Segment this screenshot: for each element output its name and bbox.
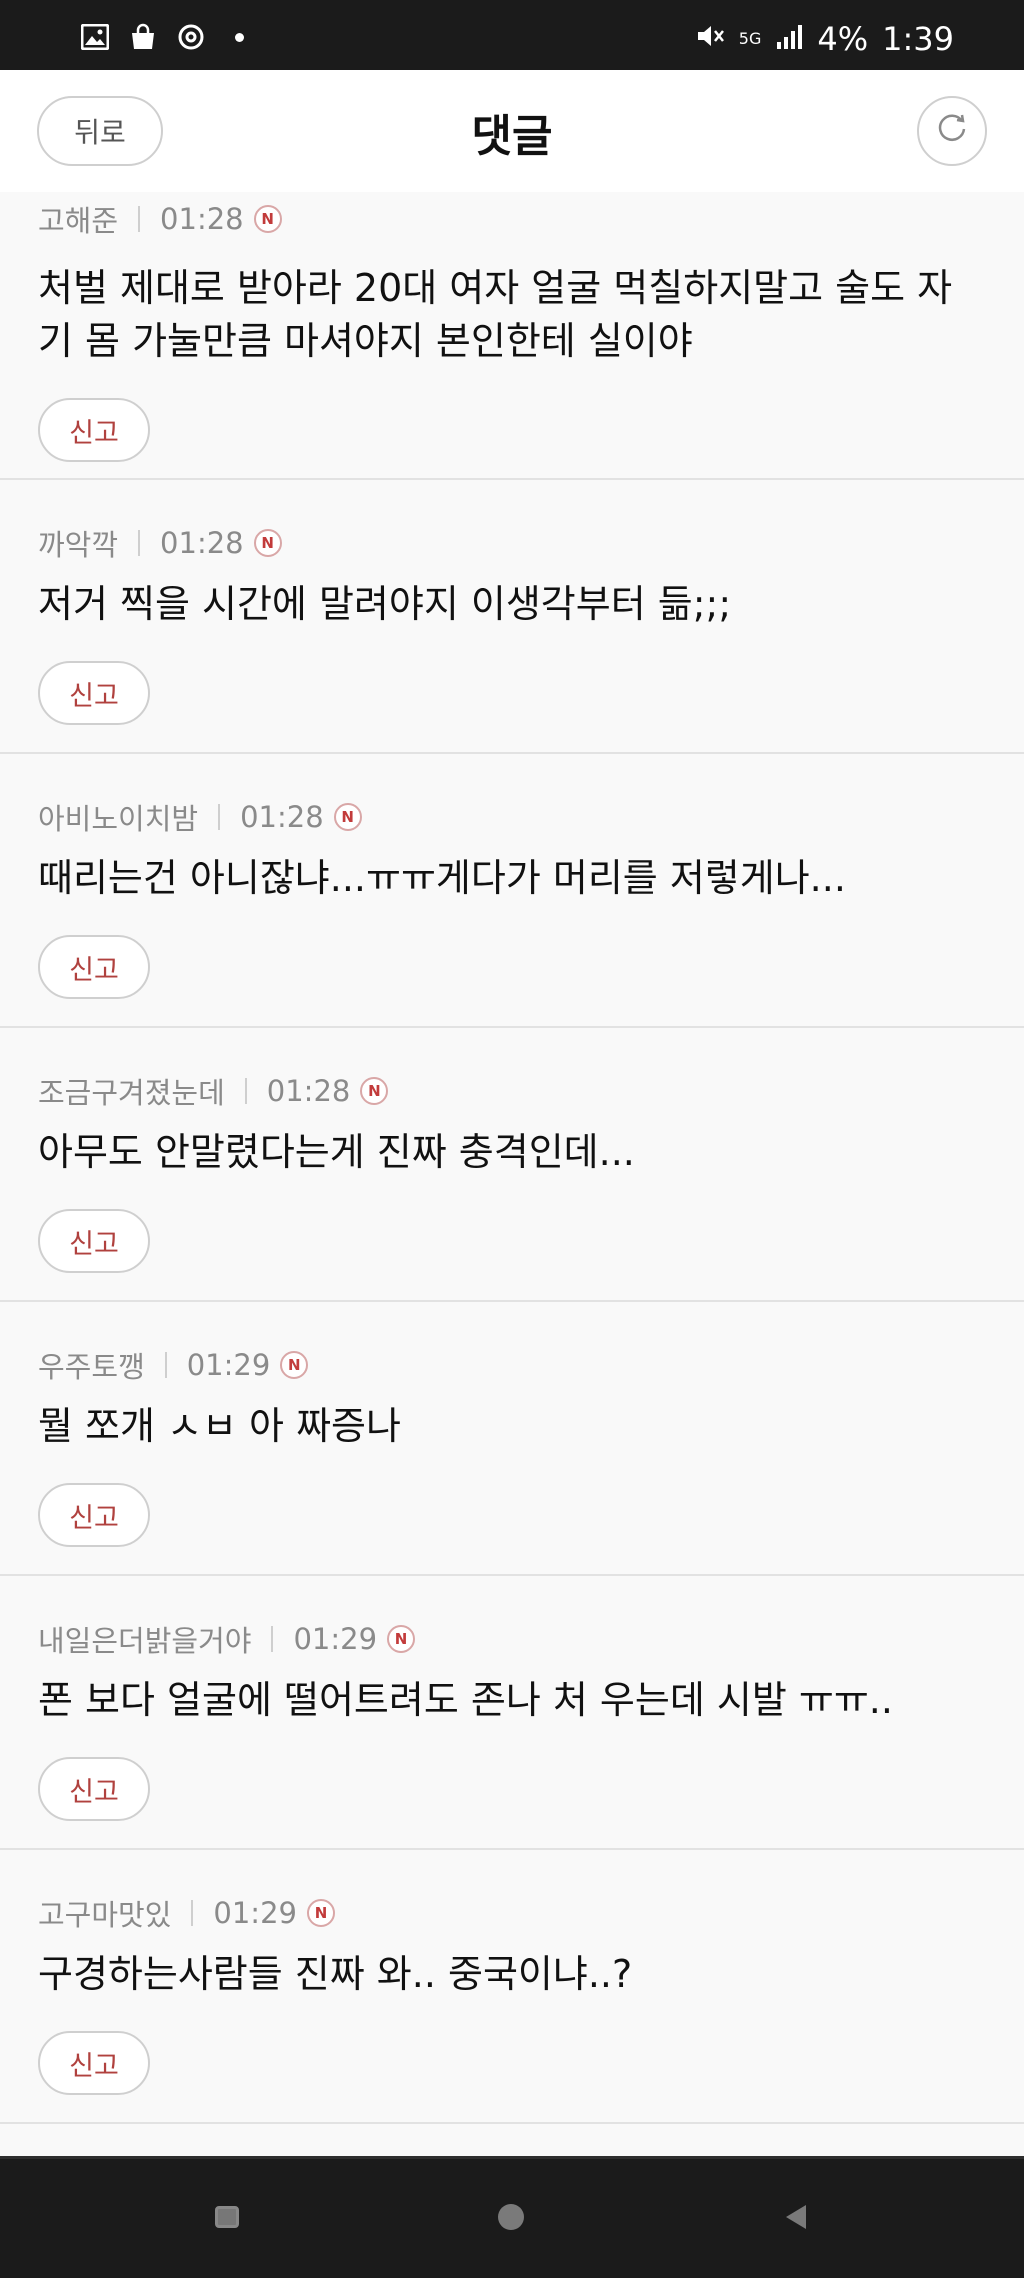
comment-author: 우주토깽 <box>38 1350 145 1384</box>
new-badge: N <box>387 1625 416 1653</box>
divider <box>244 1078 247 1104</box>
new-badge: N <box>333 803 362 831</box>
report-button[interactable]: 신고 <box>38 1483 150 1547</box>
signal-icon <box>775 20 803 58</box>
refresh-icon <box>935 112 969 150</box>
comment-text: 저거 찍을 시간에 말려야지 이생각부터 듦;;; <box>38 582 732 626</box>
comment-text: 처벌 제대로 받아라 20대 여자 얼굴 먹칠하지말고 술도 자기 몸 가눌만큼… <box>38 266 953 363</box>
comment-text: 구경하는사람들 진짜 와.. 중국이냐..? <box>38 1952 633 1996</box>
divider <box>164 1352 167 1378</box>
new-badge: N <box>306 1899 335 1927</box>
new-badge: N <box>253 205 282 233</box>
comment-item: 고구마맛있 01:29 N 구경하는사람들 진짜 와.. 중국이냐..? 신고 <box>0 1850 1024 2124</box>
refresh-button[interactable] <box>917 96 987 166</box>
gallery-icon <box>80 22 110 52</box>
dot-icon <box>224 22 254 52</box>
comment-time: 01:29 <box>213 1896 297 1930</box>
comment-author: 내일은더밝을거야 <box>38 1624 252 1658</box>
app-header: 뒤로 댓글 <box>0 70 1024 194</box>
comment-item: 우주토깽 01:29 N 뭘 쪼개 ㅅㅂ 아 짜증나 신고 <box>0 1302 1024 1576</box>
report-button[interactable]: 신고 <box>38 398 150 462</box>
comment-author: 아비노이치밤 <box>38 802 199 836</box>
comment-item: 내일은더밝을거야 01:29 N 폰 보다 얼굴에 떨어트려도 존나 처 우는데… <box>0 1576 1024 1850</box>
sync-icon <box>176 22 206 52</box>
divider <box>271 1626 274 1652</box>
comment-time: 01:29 <box>186 1348 271 1382</box>
clock: 1:39 <box>882 20 954 58</box>
home-icon[interactable] <box>498 2204 524 2230</box>
comment-item: 까악깍 01:28 N 저거 찍을 시간에 말려야지 이생각부터 듦;;; 신고 <box>0 480 1024 754</box>
system-nav-bar <box>0 2156 1024 2278</box>
report-button[interactable]: 신고 <box>38 661 150 725</box>
battery-level: 4% <box>817 20 869 58</box>
comment-time: 01:28 <box>266 1074 351 1108</box>
divider <box>138 530 141 556</box>
new-badge: N <box>360 1077 389 1105</box>
report-button[interactable]: 신고 <box>38 935 150 999</box>
status-bar: 5G 4% 1:39 <box>0 0 1024 70</box>
divider <box>191 1900 194 1926</box>
comment-text: 뭘 쪼개 ㅅㅂ 아 짜증나 <box>38 1404 401 1448</box>
comment-author: 조금구겨졌눈데 <box>38 1076 225 1110</box>
page-title: 댓글 <box>471 111 553 162</box>
comment-item: 고해준 01:28 N 처벌 제대로 받아라 20대 여자 얼굴 먹칠하지말고 … <box>0 192 1024 480</box>
report-button[interactable]: 신고 <box>38 2031 150 2095</box>
comment-time: 01:28 <box>160 202 244 236</box>
report-button[interactable]: 신고 <box>38 1757 150 1821</box>
bag-icon <box>128 22 158 52</box>
comment-item: 아비노이치밤 01:28 N 때리는건 아니잖냐...ㅠㅠ게다가 머리를 저렇게… <box>0 754 1024 1028</box>
comment-author: 고구마맛있 <box>38 1898 172 1932</box>
comment-list: 고해준 01:28 N 처벌 제대로 받아라 20대 여자 얼굴 먹칠하지말고 … <box>0 192 1024 2124</box>
network-indicator: 5G <box>738 29 762 48</box>
comment-time: 01:28 <box>160 526 244 560</box>
comment-text: 때리는건 아니잖냐...ㅠㅠ게다가 머리를 저렇게나... <box>38 856 846 900</box>
recents-icon[interactable] <box>215 2206 239 2228</box>
back-icon[interactable] <box>786 2205 806 2229</box>
new-badge: N <box>253 529 282 557</box>
new-badge: N <box>280 1351 309 1379</box>
divider <box>218 804 221 830</box>
report-button[interactable]: 신고 <box>38 1209 150 1273</box>
comment-item: 조금구겨졌눈데 01:28 N 아무도 안말렸다는게 진짜 충격인데... 신고 <box>0 1028 1024 1302</box>
mute-icon <box>695 20 725 58</box>
comment-text: 폰 보다 얼굴에 떨어트려도 존나 처 우는데 시발 ㅠㅠ.. <box>38 1678 893 1722</box>
divider <box>138 206 141 232</box>
comment-author: 까악깍 <box>38 528 119 562</box>
comment-text: 아무도 안말렸다는게 진짜 충격인데... <box>38 1130 635 1174</box>
comment-time: 01:29 <box>293 1622 378 1656</box>
comment-author: 고해준 <box>38 204 119 238</box>
comment-time: 01:28 <box>240 800 324 834</box>
